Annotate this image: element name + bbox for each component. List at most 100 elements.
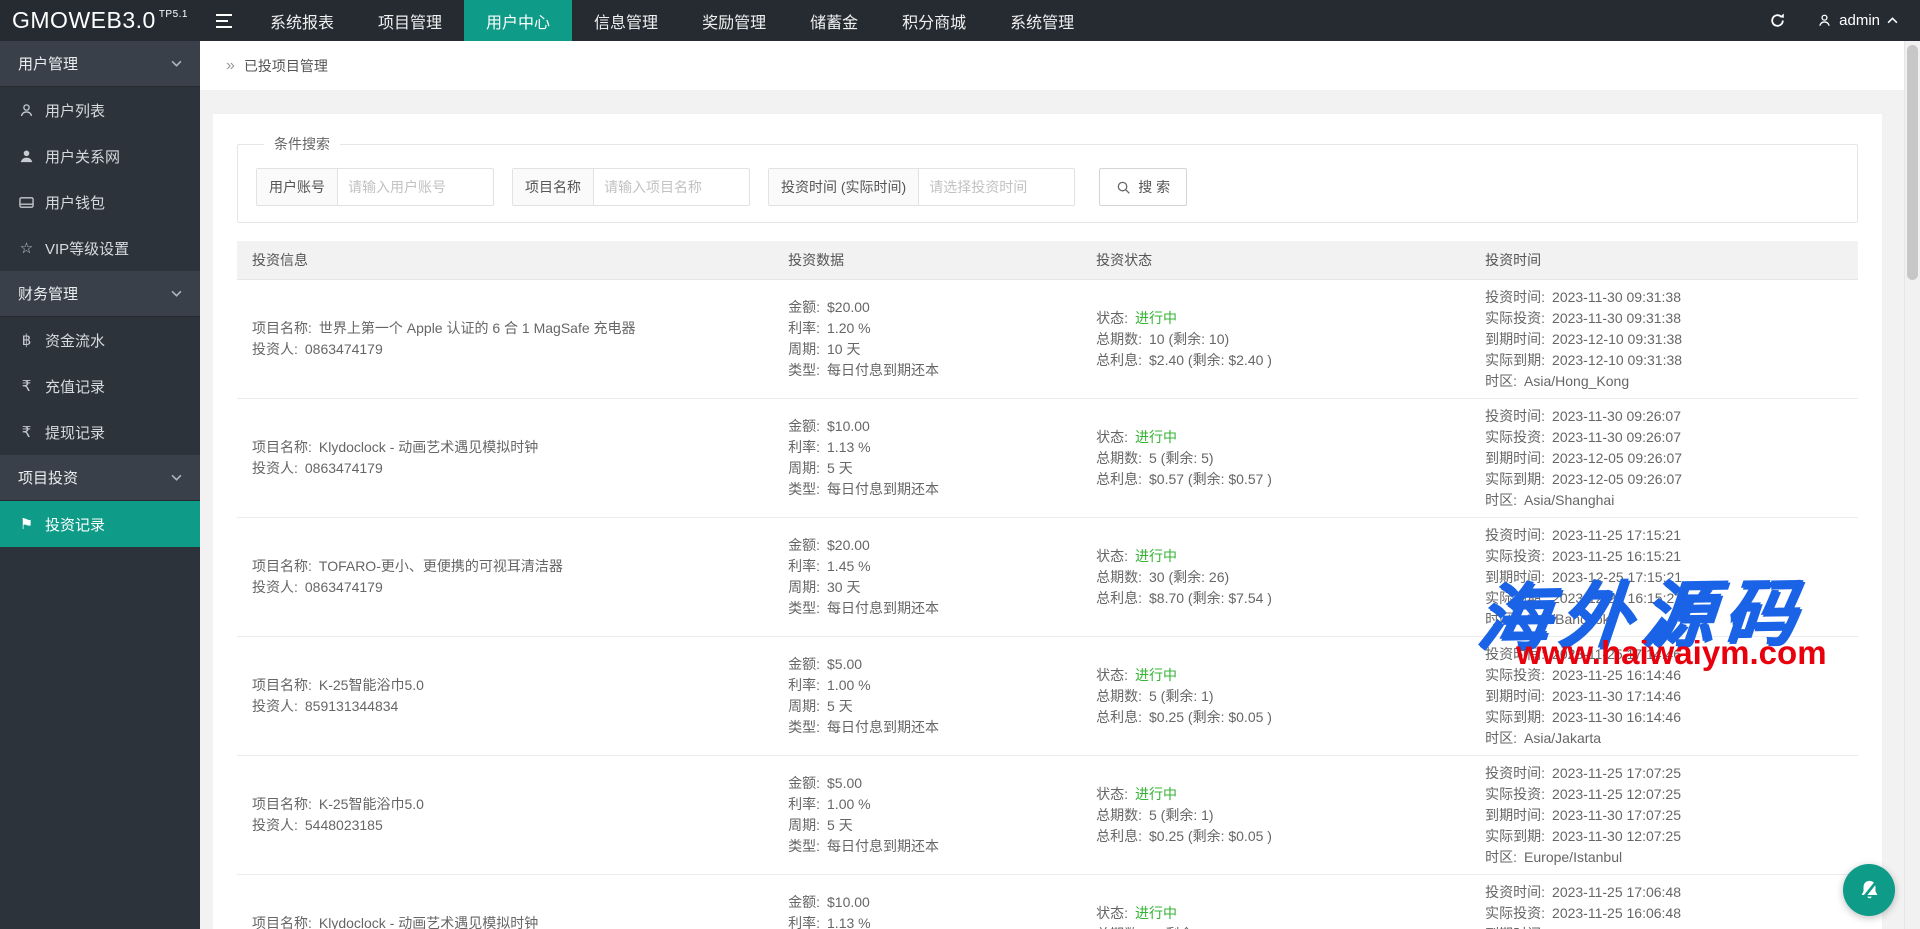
field-type: 每日付息到期还本	[827, 360, 939, 381]
search-icon	[1116, 180, 1131, 195]
chevron-down-icon	[171, 60, 182, 67]
field-type: 每日付息到期还本	[827, 836, 939, 857]
account-input[interactable]	[338, 169, 493, 205]
sidebar-item[interactable]: 用户列表	[0, 87, 200, 133]
sidebar-item[interactable]: ₹充值记录	[0, 363, 200, 409]
field-invest_time: 2023-11-30 09:26:07	[1552, 406, 1681, 427]
star-icon: ☆	[18, 239, 35, 257]
table-row: 项目名称:TOFARO-更小、更便携的可视耳清洁器投资人:0863474179金…	[237, 518, 1858, 637]
field-rate: 1.13 %	[827, 437, 871, 458]
table-row: 项目名称:K-25智能浴巾5.0投资人:859131344834金额:$5.00…	[237, 637, 1858, 756]
field-amount: $10.00	[827, 892, 870, 913]
field-actual_invest: 2023-11-30 09:31:38	[1552, 308, 1681, 329]
field-periods: 5 (剩余: 1)	[1149, 805, 1214, 826]
field-actual_invest: 2023-11-25 16:15:21	[1552, 546, 1681, 567]
sidebar-item[interactable]: ₹提现记录	[0, 409, 200, 455]
field-actual_invest: 2023-11-30 09:26:07	[1552, 427, 1681, 448]
cell-invest-data: 金额:$20.00利率:1.20 %周期:10 天类型:每日付息到期还本	[788, 280, 1096, 398]
field-actual_expire: 2023-11-30 16:14:46	[1552, 707, 1681, 728]
field-actual_invest: 2023-11-25 16:14:46	[1552, 665, 1681, 686]
field-periods: 30 (剩余: 26)	[1149, 567, 1229, 588]
field-period: 5 天	[827, 696, 853, 717]
field-rate: 1.20 %	[827, 318, 871, 339]
table-row: 项目名称:Klydoclock - 动画艺术遇见模拟时钟投资人:08634741…	[237, 399, 1858, 518]
field-type: 每日付息到期还本	[827, 717, 939, 738]
sidebar-item[interactable]: ⚑投资记录	[0, 501, 200, 547]
field-project: Klydoclock - 动画艺术遇见模拟时钟	[319, 913, 538, 929]
search-row: 用户账号项目名称投资时间 (实际时间) 搜 索	[256, 168, 1839, 206]
invest-time-input[interactable]	[919, 169, 1074, 205]
nav-tab[interactable]: 系统管理	[988, 0, 1096, 41]
main-card: 条件搜索 用户账号项目名称投资时间 (实际时间) 搜 索 投资信息投资数据投资状…	[213, 114, 1882, 929]
cell-invest-time: 投资时间:2023-11-25 17:14:46实际投资:2023-11-25 …	[1485, 637, 1858, 755]
scrollbar[interactable]	[1904, 41, 1920, 929]
field-rate: 1.00 %	[827, 794, 871, 815]
field-investor: 0863474179	[305, 577, 383, 598]
user-icon	[1817, 13, 1832, 28]
field-expire_time: 2023-12-10 09:31:38	[1552, 329, 1682, 350]
field-periods: 5 (剩余: 1)	[1149, 686, 1214, 707]
field-periods: 5 (剩余: 5)	[1149, 448, 1214, 469]
nav-tab[interactable]: 奖励管理	[680, 0, 788, 41]
sidebar-item[interactable]: 用户钱包	[0, 179, 200, 225]
field-amount: $20.00	[827, 535, 870, 556]
field-periods: 10 (剩余: 10)	[1149, 329, 1229, 350]
topbar: GMOWEB3.0 TP5.1 系统报表项目管理用户中心信息管理奖励管理储蓄金积…	[0, 0, 1920, 41]
user-icon	[18, 103, 35, 118]
field-rate: 1.13 %	[827, 913, 871, 929]
content-area: » 已投项目管理 条件搜索 用户账号项目名称投资时间 (实际时间) 搜 索 投资…	[200, 41, 1904, 929]
refresh-icon[interactable]	[1768, 11, 1787, 30]
cell-invest-info: 项目名称:世界上第一个 Apple 认证的 6 合 1 MagSafe 充电器投…	[237, 280, 788, 398]
field-timezone: Asia/Jakarta	[1524, 728, 1601, 749]
sidebar-section-header[interactable]: 财务管理	[0, 271, 200, 317]
field-expire_time: 2023-12-05 09:26:07	[1552, 448, 1682, 469]
chevron-down-icon	[171, 290, 182, 297]
notification-toggle-button[interactable]	[1843, 864, 1895, 916]
field-interest: $8.70 (剩余: $7.54 )	[1149, 588, 1272, 609]
hamburger-icon[interactable]	[200, 0, 248, 41]
field-interest: $2.40 (剩余: $2.40 )	[1149, 350, 1272, 371]
nav-tab[interactable]: 储蓄金	[788, 0, 880, 41]
cell-invest-data: 金额:$5.00利率:1.00 %周期:5 天类型:每日付息到期还本	[788, 637, 1096, 755]
project-input[interactable]	[594, 169, 749, 205]
field-timezone: Europe/Istanbul	[1524, 847, 1622, 868]
column-header: 投资状态	[1096, 250, 1485, 270]
sidebar-item[interactable]: ☆VIP等级设置	[0, 225, 200, 271]
user-menu[interactable]: admin	[1817, 12, 1898, 29]
column-header: 投资时间	[1485, 250, 1858, 270]
table-header-row: 投资信息投资数据投资状态投资时间	[237, 241, 1858, 280]
field-amount: $20.00	[827, 297, 870, 318]
search-button[interactable]: 搜 索	[1099, 168, 1187, 206]
account-field: 用户账号	[256, 168, 494, 206]
cell-invest-data: 金额:$10.00利率:1.13 %周期:类型:	[788, 875, 1096, 929]
field-period: 10 天	[827, 339, 860, 360]
main-nav: 系统报表项目管理用户中心信息管理奖励管理储蓄金积分商城系统管理	[248, 0, 1096, 41]
table-body: 项目名称:世界上第一个 Apple 认证的 6 合 1 MagSafe 充电器投…	[237, 280, 1858, 929]
sidebar-item[interactable]: 用户关系网	[0, 133, 200, 179]
field-investor: 0863474179	[305, 458, 383, 479]
field-project: Klydoclock - 动画艺术遇见模拟时钟	[319, 437, 538, 458]
field-period: 5 天	[827, 458, 853, 479]
nav-tab[interactable]: 用户中心	[464, 0, 572, 41]
rupee-icon: ₹	[18, 423, 35, 441]
invest-time-field: 投资时间 (实际时间)	[768, 168, 1075, 206]
sidebar-item[interactable]: ฿资金流水	[0, 317, 200, 363]
cell-invest-status: 状态:进行中总期数:5 (剩余: 5)总利息:$0.57 (剩余: $0.57 …	[1096, 399, 1485, 517]
nav-tab[interactable]: 系统报表	[248, 0, 356, 41]
cell-invest-info: 项目名称:Klydoclock - 动画艺术遇见模拟时钟投资人:08634741…	[237, 399, 788, 517]
table-row: 项目名称:世界上第一个 Apple 认证的 6 合 1 MagSafe 充电器投…	[237, 280, 1858, 399]
nav-tab[interactable]: 信息管理	[572, 0, 680, 41]
field-status: 进行中	[1135, 784, 1177, 805]
chevron-up-icon	[1887, 17, 1898, 24]
field-project: K-25智能浴巾5.0	[319, 794, 424, 815]
nav-tab[interactable]: 项目管理	[356, 0, 464, 41]
sidebar-section-header[interactable]: 用户管理	[0, 41, 200, 87]
table-row: 项目名称:Klydoclock - 动画艺术遇见模拟时钟投资人:金额:$10.0…	[237, 875, 1858, 929]
field-investor: 859131344834	[305, 696, 398, 717]
field-actual_expire: 2023-11-30 12:07:25	[1552, 826, 1681, 847]
field-amount: $10.00	[827, 416, 870, 437]
sidebar-section-header[interactable]: 项目投资	[0, 455, 200, 501]
cell-invest-status: 状态:进行中总期数:30 (剩余: 26)总利息:$8.70 (剩余: $7.5…	[1096, 518, 1485, 636]
nav-tab[interactable]: 积分商城	[880, 0, 988, 41]
scrollbar-thumb[interactable]	[1907, 45, 1918, 280]
